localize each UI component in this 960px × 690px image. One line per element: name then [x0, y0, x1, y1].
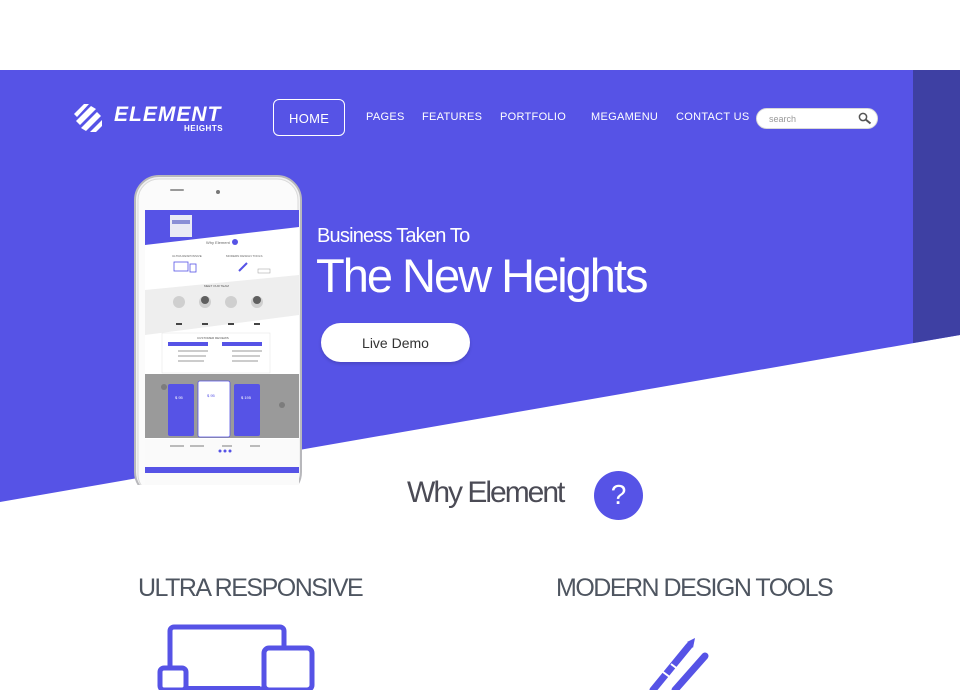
search-input[interactable] — [769, 109, 864, 129]
svg-text:$ 95: $ 95 — [207, 393, 216, 398]
svg-text:Why Element: Why Element — [206, 240, 231, 245]
live-demo-button[interactable]: Live Demo — [321, 323, 470, 362]
pencil-tools-icon — [649, 638, 709, 690]
nav-home[interactable]: HOME — [273, 99, 346, 136]
nav-portfolio[interactable]: PORTFOLIO — [500, 99, 566, 136]
nav-megamenu[interactable]: MEGAMENU — [591, 99, 658, 136]
svg-text:$ 195: $ 195 — [241, 395, 252, 400]
brand-sub: HEIGHTS — [184, 124, 224, 133]
svg-text:CUSTOMER REVIEWS: CUSTOMER REVIEWS — [197, 336, 229, 340]
nav-features[interactable]: FEATURES — [422, 99, 482, 136]
svg-text:MEET OUR TEAM: MEET OUR TEAM — [204, 284, 229, 288]
nav-contact-us[interactable]: CONTACT US — [676, 99, 750, 136]
svg-text:$ 95: $ 95 — [175, 395, 184, 400]
feature-title-ultra-responsive: ULTRA RESPONSIVE — [138, 574, 364, 602]
brand-name: ELEMENT — [114, 103, 222, 126]
hero-headline: The New Heights — [316, 249, 648, 302]
question-mark-badge: ? — [594, 471, 643, 520]
devices-icon — [157, 624, 315, 690]
phone-mockup: Why Element ULTRA RESPONSIVE MODERN DESI… — [134, 175, 302, 497]
nav-pages[interactable]: PAGES — [366, 99, 405, 136]
svg-text:ULTRA RESPONSIVE: ULTRA RESPONSIVE — [172, 254, 202, 258]
search-icon[interactable] — [858, 112, 872, 125]
svg-text:MODERN DESIGN TOOLS: MODERN DESIGN TOOLS — [226, 254, 263, 258]
logo-mark-icon — [74, 104, 102, 132]
feature-title-modern-design-tools: MODERN DESIGN TOOLS — [556, 574, 834, 602]
brand-logo[interactable]: ELEMENT HEIGHTS — [74, 104, 234, 134]
why-element-title: Why Element — [407, 476, 565, 509]
search-box — [756, 108, 878, 129]
hero-tagline: Business Taken To — [317, 225, 470, 247]
